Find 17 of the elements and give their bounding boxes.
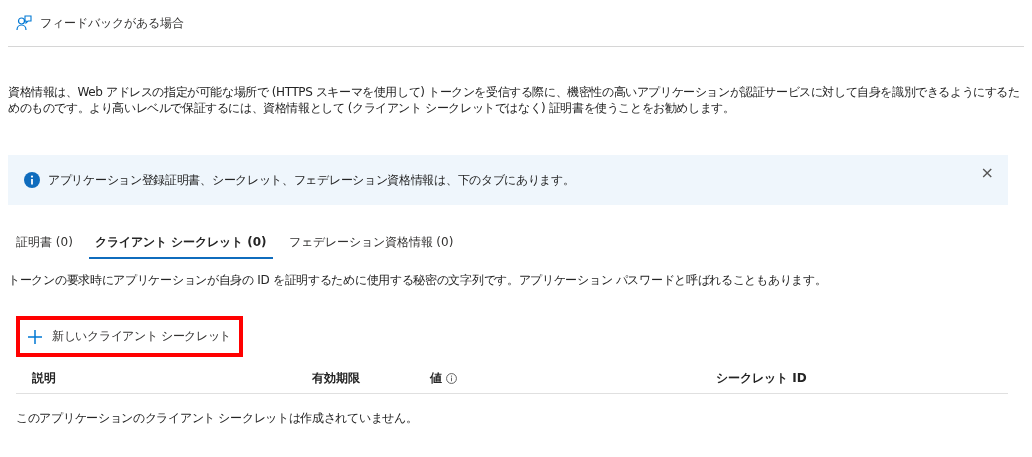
plus-icon xyxy=(28,329,42,344)
new-secret-button[interactable]: 新しいクライアント シークレット xyxy=(20,320,239,353)
description-text: 資格情報は、Web アドレスの指定が可能な場所で (HTTPS スキーマを使用して) トークンを受信する際に、機密性の高いアプリケーションが認証サービスに対して自身を識別できるようにするためのものです。より高いレベルで保証するには、資格情報として (クライアント シークレットではなく) 証明書を使うことをお勧めします。 xyxy=(8,84,1021,116)
tab-description: トークンの要求時にアプリケーションが自身の ID を証明するために使用する秘密の文字列です。アプリケーション パスワードと呼ばれることもあります。 xyxy=(8,272,828,289)
column-header: 有効期限 xyxy=(312,369,361,387)
feedback-icon xyxy=(16,15,32,31)
info-icon xyxy=(24,172,40,188)
tab[interactable]: 証明書 (0) xyxy=(10,231,79,259)
column-header: 値 xyxy=(430,369,716,387)
tab[interactable]: クライアント シークレット (0) xyxy=(88,231,273,259)
column-header: 説明 xyxy=(32,369,57,387)
feedback-link[interactable]: フィードバックがある場合 xyxy=(16,14,184,32)
tab[interactable]: フェデレーション資格情報 (0) xyxy=(282,231,460,259)
empty-message: このアプリケーションのクライアント シークレットは作成されていません。 xyxy=(16,410,419,427)
banner-message: アプリケーション登録証明書、シークレット、フェデレーション資格情報は、下のタブにあります。 xyxy=(48,171,575,189)
column-header: シークレット ID xyxy=(716,369,807,387)
close-button[interactable]: × xyxy=(976,163,998,182)
